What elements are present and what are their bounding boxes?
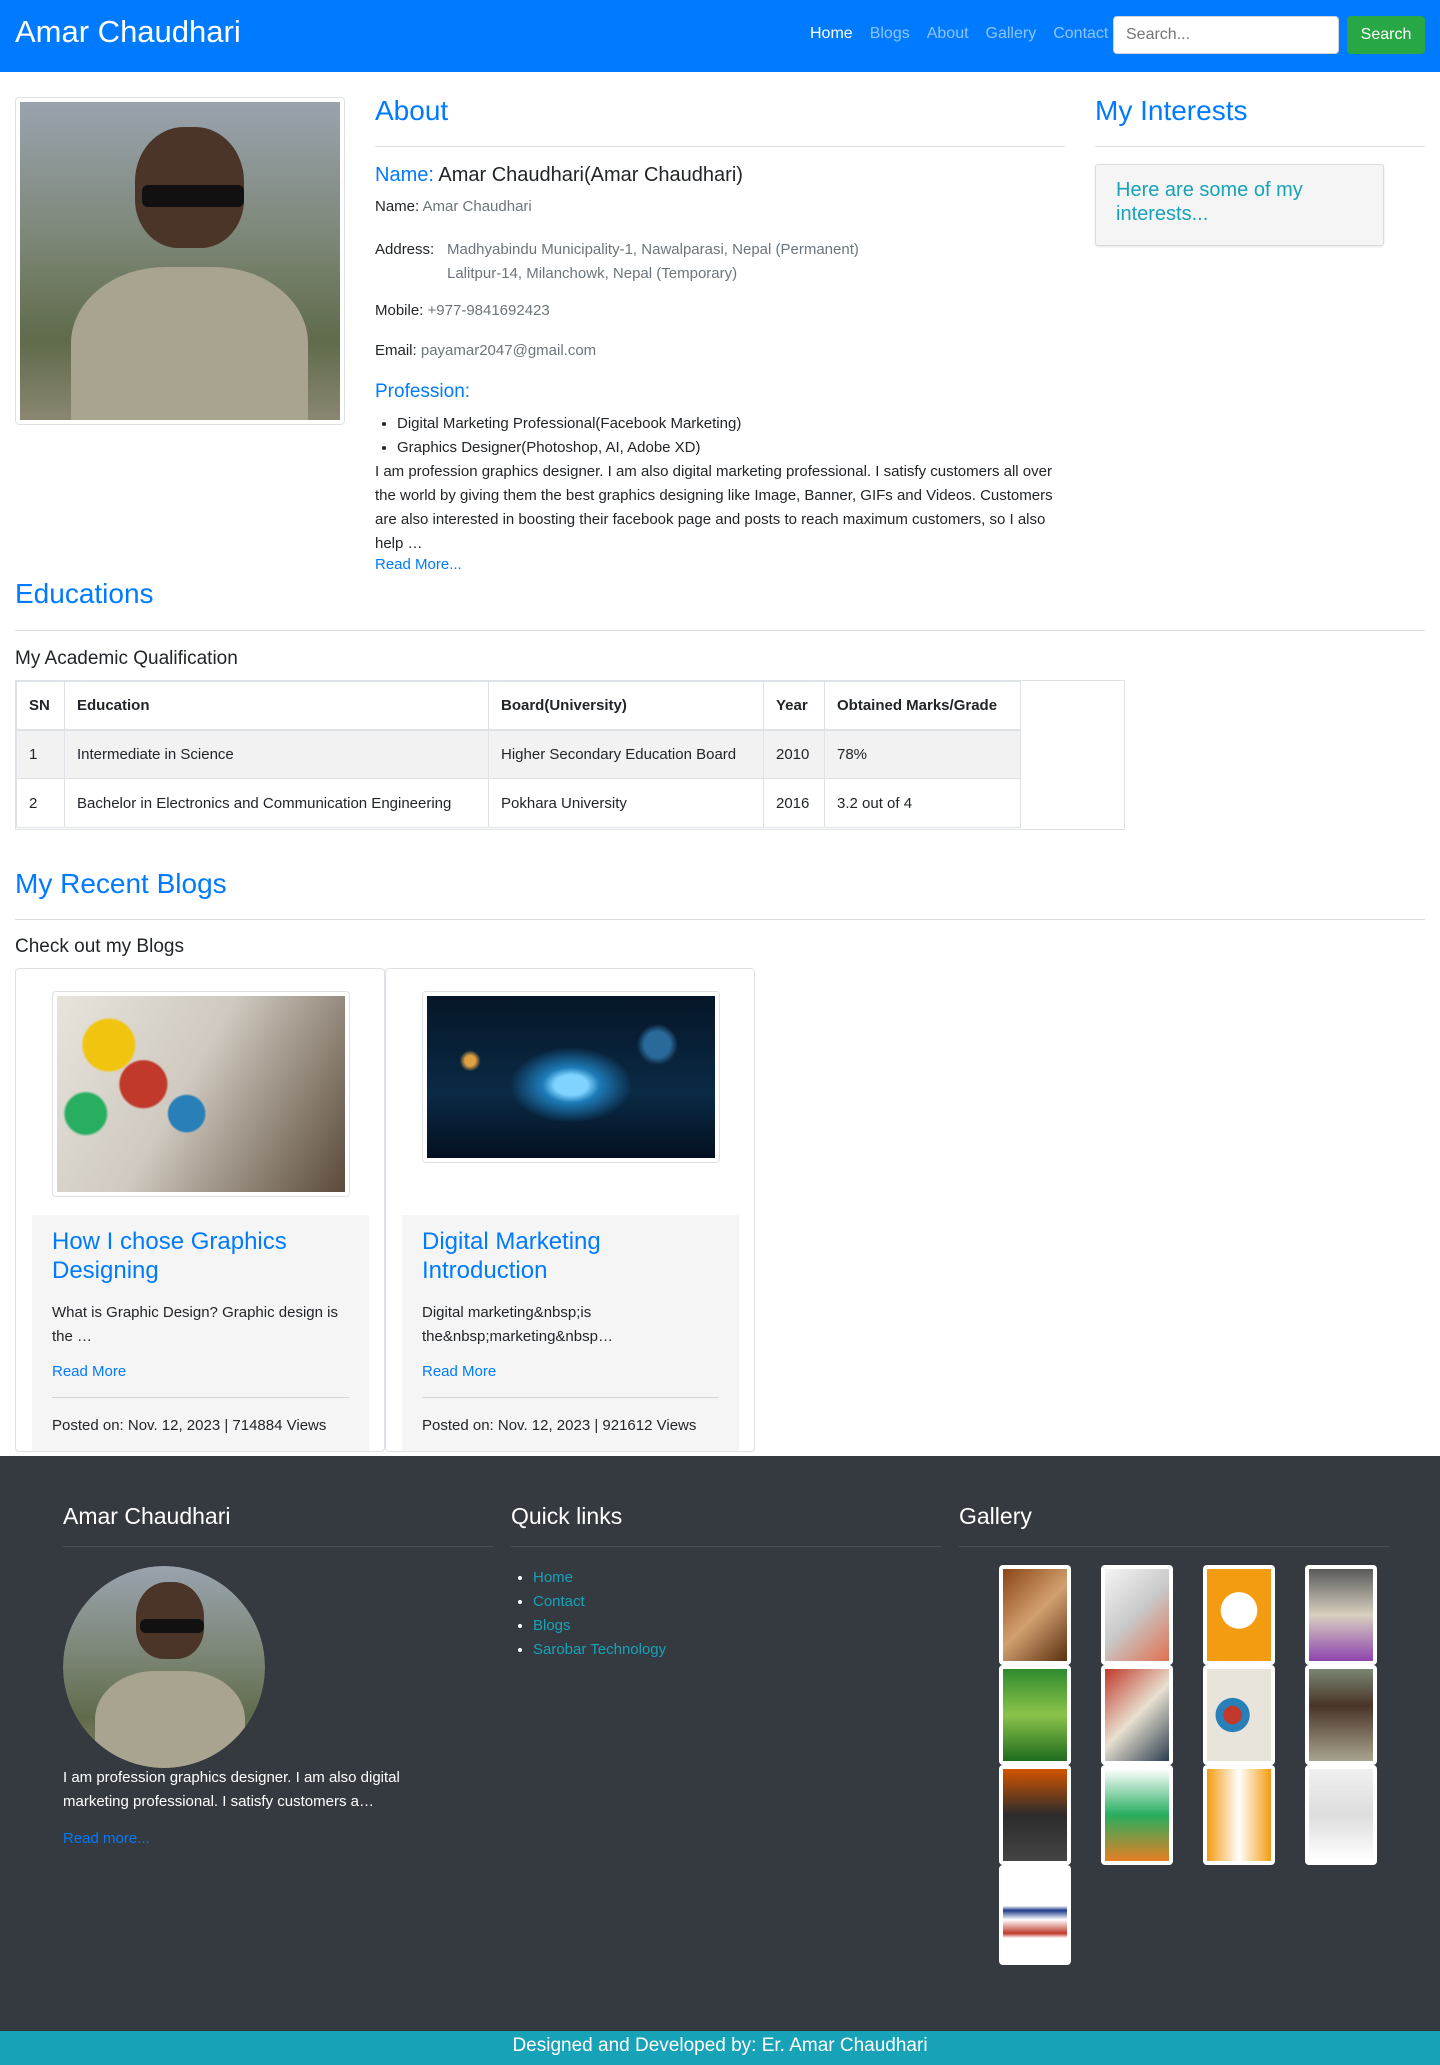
footer-read-more-link[interactable]: Read more... bbox=[63, 1830, 150, 1847]
blog-excerpt: Digital marketing&nbsp;is the&nbsp;marke… bbox=[422, 1304, 613, 1345]
about-description: I am profession graphics designer. I am … bbox=[375, 463, 1053, 552]
about-read-more-link[interactable]: Read More... bbox=[375, 556, 462, 573]
mobile-field: Mobile: +977-9841692423 bbox=[375, 302, 550, 319]
blog-card[interactable]: How I chose Graphics Designing What is G… bbox=[15, 968, 385, 1452]
footer: Amar Chaudhari I am profession graphics … bbox=[0, 1456, 1440, 2031]
quick-links-list: Home Contact Blogs Sarobar Technology bbox=[533, 1566, 666, 1662]
col-year: Year bbox=[763, 681, 825, 731]
profile-photo bbox=[15, 97, 345, 425]
gallery-thumbnail[interactable] bbox=[1305, 1665, 1377, 1765]
gallery-thumbnail[interactable] bbox=[1305, 1765, 1377, 1865]
col-marks: Obtained Marks/Grade bbox=[824, 681, 1021, 731]
gallery-thumbnail[interactable] bbox=[1101, 1665, 1173, 1765]
gallery-thumbnail[interactable] bbox=[999, 1865, 1071, 1965]
quick-link-blogs[interactable]: Blogs bbox=[533, 1614, 666, 1638]
profession-item: Digital Marketing Professional(Facebook … bbox=[397, 412, 741, 436]
about-divider bbox=[375, 146, 1065, 147]
blog-thumbnail[interactable] bbox=[422, 991, 720, 1163]
email-field: Email: payamar2047@gmail.com bbox=[375, 342, 597, 359]
table-row: 2 Bachelor in Electronics and Communicat… bbox=[16, 778, 1021, 828]
gallery-thumbnail[interactable] bbox=[999, 1665, 1071, 1765]
blog-read-more-link[interactable]: Read More bbox=[52, 1363, 126, 1380]
gallery-thumbnail[interactable] bbox=[1203, 1665, 1275, 1765]
gallery-title: Gallery bbox=[959, 1503, 1032, 1529]
blog-divider bbox=[52, 1397, 349, 1398]
interests-box: Here are some of my interests... bbox=[1095, 164, 1384, 246]
gallery-thumbnail[interactable] bbox=[1305, 1565, 1377, 1665]
search-input[interactable] bbox=[1113, 16, 1339, 54]
blog-meta: Posted on: Nov. 12, 2023 | 921612 Views bbox=[422, 1417, 697, 1434]
profession-item: Graphics Designer(Photoshop, AI, Adobe X… bbox=[397, 436, 741, 460]
blogs-divider bbox=[15, 919, 1425, 920]
gallery-thumbnail[interactable] bbox=[1203, 1565, 1275, 1665]
nav-about[interactable]: About bbox=[927, 25, 969, 43]
about-title: About bbox=[375, 95, 449, 126]
top-navbar: Amar Chaudhari Home Blogs About Gallery … bbox=[0, 0, 1440, 72]
col-education: Education bbox=[64, 681, 489, 731]
blog-thumbnail[interactable] bbox=[52, 991, 350, 1197]
blog-title[interactable]: Digital Marketing Introduction bbox=[422, 1227, 722, 1285]
blog-divider bbox=[422, 1397, 719, 1398]
about-name-heading: Name: Amar Chaudhari(Amar Chaudhari) bbox=[375, 164, 743, 186]
blogs-title: My Recent Blogs bbox=[15, 868, 227, 899]
blog-excerpt: What is Graphic Design? Graphic design i… bbox=[52, 1304, 338, 1345]
interests-divider bbox=[1095, 146, 1425, 147]
blog-meta: Posted on: Nov. 12, 2023 | 714884 Views bbox=[52, 1417, 327, 1434]
footer-credit: Designed and Developed by: Er. Amar Chau… bbox=[0, 2031, 1440, 2065]
quick-links-title: Quick links bbox=[511, 1503, 623, 1529]
quick-link-contact[interactable]: Contact bbox=[533, 1590, 666, 1614]
name-field: Name: Amar Chaudhari bbox=[375, 198, 532, 215]
footer-name-title: Amar Chaudhari bbox=[63, 1503, 231, 1529]
search-button[interactable]: Search bbox=[1347, 16, 1425, 54]
educations-title: Educations bbox=[15, 578, 154, 609]
educations-divider bbox=[15, 630, 1425, 631]
quick-link-home[interactable]: Home bbox=[533, 1566, 666, 1590]
profession-list: Digital Marketing Professional(Facebook … bbox=[397, 412, 741, 460]
profession-title: Profession: bbox=[375, 381, 471, 402]
col-board: Board(University) bbox=[488, 681, 764, 731]
interests-title: My Interests bbox=[1095, 95, 1248, 126]
col-sn: SN bbox=[16, 681, 65, 731]
address-field: Address: Madhyabindu Municipality-1, Naw… bbox=[375, 241, 859, 282]
nav-links: Home Blogs About Gallery Contact bbox=[810, 25, 1108, 43]
educations-subtitle: My Academic Qualification bbox=[15, 648, 238, 669]
education-table: SN Education Board(University) Year Obta… bbox=[16, 681, 1021, 828]
gallery-thumbnail[interactable] bbox=[1101, 1565, 1173, 1665]
quick-link-sarobar[interactable]: Sarobar Technology bbox=[533, 1638, 666, 1662]
blogs-subtitle: Check out my Blogs bbox=[15, 936, 184, 957]
blog-read-more-link[interactable]: Read More bbox=[422, 1363, 496, 1380]
table-header-row: SN Education Board(University) Year Obta… bbox=[16, 681, 1021, 731]
blog-title[interactable]: How I chose Graphics Designing bbox=[52, 1227, 352, 1285]
blog-body: How I chose Graphics Designing What is G… bbox=[32, 1215, 369, 1451]
blog-card[interactable]: Digital Marketing Introduction Digital m… bbox=[385, 968, 755, 1452]
gallery-thumbnail[interactable] bbox=[999, 1565, 1071, 1665]
footer-about-text: I am profession graphics designer. I am … bbox=[63, 1769, 400, 1810]
table-row: 1 Intermediate in Science Higher Seconda… bbox=[16, 729, 1021, 779]
nav-home[interactable]: Home bbox=[810, 25, 853, 43]
nav-blogs[interactable]: Blogs bbox=[870, 25, 910, 43]
gallery-thumbnail[interactable] bbox=[999, 1765, 1071, 1865]
gallery-thumbnail[interactable] bbox=[1101, 1765, 1173, 1865]
nav-gallery[interactable]: Gallery bbox=[986, 25, 1037, 43]
blog-body: Digital Marketing Introduction Digital m… bbox=[402, 1215, 739, 1451]
brand-logo[interactable]: Amar Chaudhari bbox=[15, 14, 241, 50]
education-table-container: SN Education Board(University) Year Obta… bbox=[15, 680, 1125, 830]
gallery-thumbnail[interactable] bbox=[1203, 1765, 1275, 1865]
footer-avatar bbox=[63, 1566, 265, 1768]
nav-contact[interactable]: Contact bbox=[1053, 25, 1108, 43]
